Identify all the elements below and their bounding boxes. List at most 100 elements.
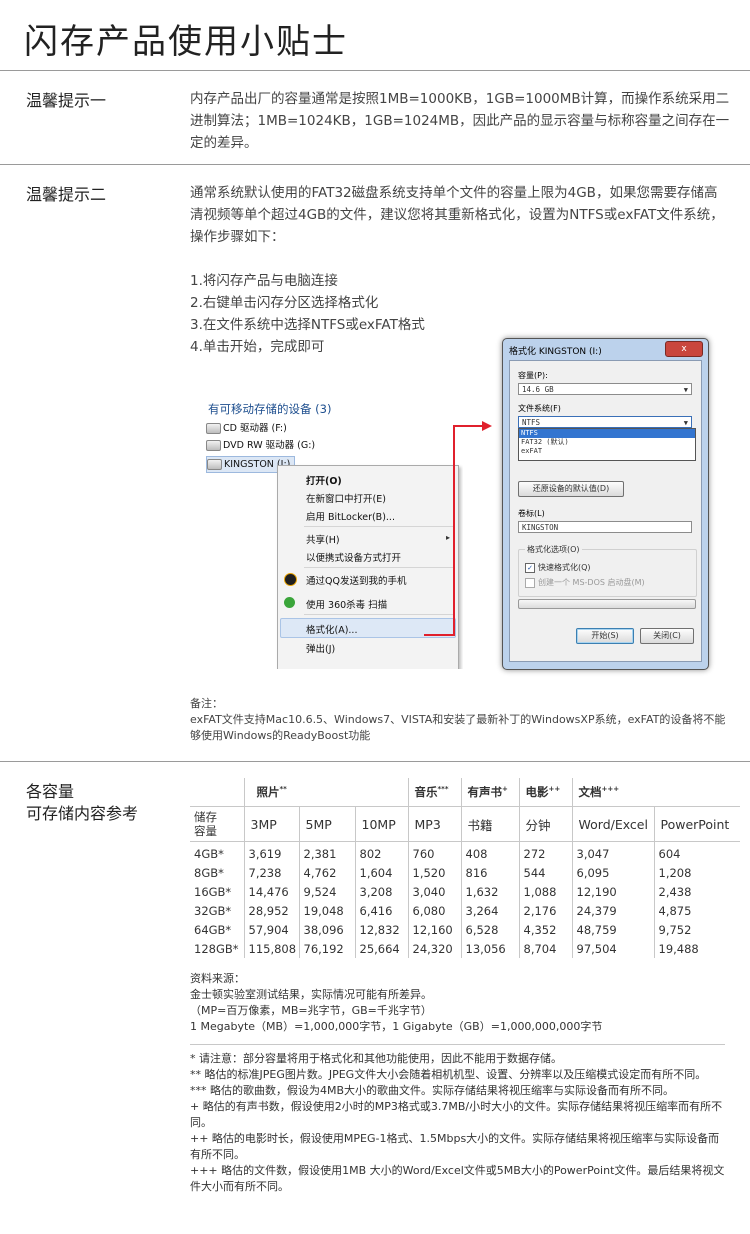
table-cell: 8,704: [518, 939, 572, 958]
capacity-select[interactable]: 14.6 GB ▼: [518, 383, 692, 395]
table-cell: 2,176: [518, 901, 572, 920]
close-icon[interactable]: x: [665, 341, 703, 357]
table-cell: 3,264: [460, 901, 519, 920]
capacity-value: 14.6 GB: [522, 385, 554, 394]
chevron-down-icon: ▼: [683, 386, 688, 394]
group-documents: 文档+++: [571, 778, 740, 807]
table-cell: 1,604: [354, 863, 408, 882]
menu-format[interactable]: 格式化(A)...: [306, 622, 357, 636]
footnote: *** 略估的歌曲数，假设为4MB大小的歌曲文件。实际存储结果将视压缩率与实际设…: [190, 1084, 675, 1097]
table-cell: 6,095: [571, 863, 654, 882]
tip2-label: 温馨提示二: [26, 185, 107, 204]
cd-drive[interactable]: CD 驱动器 (F:): [206, 421, 287, 436]
table-row: 8GB* 7,238 4,762 1,604 1,520 816 544 6,095 1,208: [190, 863, 740, 882]
table-row: 32GB* 28,952 19,048 6,416 6,080 3,264 2,176 24,…: [190, 901, 740, 920]
table-row: 64GB* 57,904 38,096 12,832 12,160 6,528 4,352 4…: [190, 920, 740, 939]
data-sources: 资料来源： 金士顿实验室测试结果，实际情况可能有所差异。 （MP=百万像素，MB…: [190, 971, 730, 1035]
source-line: 1 Megabyte（MB）=1,000,000字节，1 Gigabyte（GB…: [190, 1020, 603, 1033]
footnote: + 略估的有声书数，假设使用2小时的MP3格式或3.7MB/小时大小的文件。实际…: [190, 1100, 723, 1129]
table-cell: 6,080: [407, 901, 461, 920]
group-mark: +: [502, 785, 508, 794]
source-line: 金士顿实验室测试结果，实际情况可能有所差异。: [190, 988, 432, 1001]
filesystem-label: 文件系统(F): [518, 404, 561, 413]
dvd-drive[interactable]: DVD RW 驱动器 (G:): [206, 438, 315, 453]
volume-input[interactable]: KINGSTON: [518, 521, 692, 533]
msdos-checkbox[interactable]: 创建一个 MS-DOS 启动盘(M): [525, 577, 645, 588]
fs-option-ntfs[interactable]: NTFS: [519, 429, 695, 438]
table-cell: 760: [407, 841, 461, 863]
menu-share[interactable]: 共享(H): [306, 532, 340, 546]
menu-send-qq[interactable]: 通过QQ发送到我的手机: [306, 573, 406, 587]
menu-360-scan[interactable]: 使用 360杀毒 扫描: [306, 597, 387, 611]
removable-devices-header: 有可移动存储的设备 (3): [208, 402, 332, 416]
note-text: exFAT文件支持Mac10.6.5、Windows7、VISTA和安装了最新补…: [190, 713, 726, 742]
cap-header-line: 容量: [194, 824, 217, 838]
tip1-text: 内存产品出厂的容量通常是按照1MB=1000KB，1GB=1000MB计算，而操…: [190, 91, 730, 151]
filesystem-dropdown: NTFS FAT32 (默认) exFAT: [518, 428, 696, 461]
dialog-body: 容量(P): 14.6 GB ▼ 文件系统(F) NTFS ▼ NTFS FAT…: [509, 360, 702, 662]
capacity-label: 容量(P):: [518, 371, 548, 380]
fs-option-fat32[interactable]: FAT32 (默认): [519, 438, 695, 447]
table-cell: 544: [518, 863, 572, 882]
table-cell: 802: [354, 841, 408, 863]
table-cell: 2,438: [653, 882, 740, 901]
table-cell: 38,096: [298, 920, 355, 939]
footnote: +++ 略估的文件数，假设使用1MB 大小的Word/Excel文件或5MB大小…: [190, 1164, 725, 1193]
connector-arrow-icon: [424, 421, 492, 636]
fs-option-exfat[interactable]: exFAT: [519, 447, 695, 456]
table-cell: 7,238: [243, 863, 299, 882]
table-cell: 4,875: [653, 901, 740, 920]
table-cell: 12,832: [354, 920, 408, 939]
menu-open[interactable]: 打开(O): [306, 473, 342, 487]
menu-eject[interactable]: 弹出(J): [306, 641, 335, 655]
format-progress: [518, 599, 696, 609]
menu-open-portable[interactable]: 以便携式设备方式打开: [306, 550, 401, 564]
table-cell: 408: [460, 841, 519, 863]
restore-defaults-button[interactable]: 还原设备的默认值(D): [518, 481, 624, 497]
capacity-label-1: 各容量: [26, 782, 75, 801]
table-cell: 4GB*: [194, 846, 224, 861]
qq-icon: [284, 573, 297, 586]
table-cell: 604: [653, 841, 740, 863]
dialog-close-button[interactable]: 关闭(C): [640, 628, 694, 644]
column-header: 书籍: [460, 806, 519, 842]
column-header: MP3: [407, 806, 461, 842]
table-cell: 13,056: [460, 939, 519, 958]
group-photos: 照片**: [243, 778, 408, 807]
group-audiobooks: 有声书+: [460, 778, 519, 807]
group-name: 文档: [578, 785, 602, 799]
filesystem-select[interactable]: NTFS ▼: [518, 416, 692, 428]
msdos-label: 创建一个 MS-DOS 启动盘(M): [538, 578, 645, 587]
shield-icon: [284, 597, 295, 608]
table-cell: 1,520: [407, 863, 461, 882]
tip1-divider: [0, 164, 750, 165]
group-music: 音乐***: [407, 778, 461, 807]
menu-open-new-window[interactable]: 在新窗口中打开(E): [306, 491, 386, 505]
table-cell: 24,379: [571, 901, 654, 920]
capacity-table: 照片** 音乐*** 有声书+ 电影++ 文档+++ 储存 容量 3MP 5MP …: [190, 778, 740, 958]
column-header: 分钟: [518, 806, 572, 842]
table-cell: 28,952: [243, 901, 299, 920]
menu-bitlocker[interactable]: 启用 BitLocker(B)...: [306, 509, 395, 523]
table-cell: 6,528: [460, 920, 519, 939]
check-icon: ✓: [525, 562, 535, 573]
format-options-label: 格式化选项(O): [525, 544, 582, 555]
quick-format-checkbox[interactable]: ✓ 快速格式化(Q): [525, 562, 591, 573]
column-header: PowerPoint: [653, 806, 740, 842]
table-cell: 2,381: [298, 841, 355, 863]
dvd-drive-label: DVD RW 驱动器 (G:): [223, 440, 316, 451]
table-cell: 19,488: [653, 939, 740, 958]
table-cell: 8GB*: [194, 865, 224, 880]
table-cell: 1,632: [460, 882, 519, 901]
column-header: 5MP: [298, 806, 355, 842]
tip2-divider: [0, 761, 750, 762]
table-cell: 25,664: [354, 939, 408, 958]
table-row: 4GB* 3,619 2,381 802 760 408 272 3,047 604: [190, 841, 740, 863]
start-button[interactable]: 开始(S): [576, 628, 634, 644]
table-cell: 4,762: [298, 863, 355, 882]
cd-drive-icon: [206, 423, 221, 434]
table-cell: 1,088: [518, 882, 572, 901]
table-cell: 24,320: [407, 939, 461, 958]
filesystem-value: NTFS: [522, 418, 541, 427]
quick-format-label: 快速格式化(Q): [538, 563, 591, 572]
